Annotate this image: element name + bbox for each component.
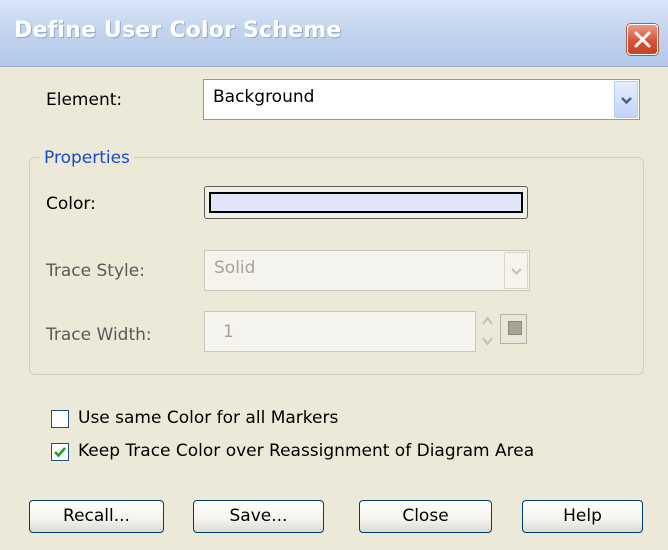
chevron-down-icon [511,268,522,275]
color-button[interactable] [204,186,528,219]
trace-style-label: Trace Style: [46,261,145,281]
trace-width-value: 1 [223,322,234,342]
same-color-checkbox[interactable] [51,410,69,428]
spin-up-icon [482,316,493,325]
trace-style-select[interactable]: Solid [204,250,530,291]
properties-title: Properties [40,148,134,168]
help-button[interactable]: Help [522,500,643,533]
keep-trace-label[interactable]: Keep Trace Color over Reassignment of Di… [78,441,534,461]
element-label: Element: [46,90,123,110]
element-select-arrow[interactable] [614,81,638,118]
close-button[interactable]: Close [359,500,492,533]
element-select[interactable]: Background [203,79,640,120]
trace-width-label: Trace Width: [46,325,152,345]
recall-button[interactable]: Recall... [29,500,164,533]
element-select-value: Background [213,87,315,107]
spin-down-icon [482,337,493,346]
square-icon [508,321,522,335]
close-icon [634,31,651,48]
trace-style-value: Solid [214,258,256,278]
color-swatch [209,192,523,213]
title-bar[interactable]: Define User Color Scheme [0,0,668,67]
dialog-window: Define User Color Scheme Element: Backgr… [0,0,668,550]
close-window-button[interactable] [627,24,658,55]
trace-style-arrow[interactable] [504,252,528,289]
checkmark-icon [54,447,66,458]
trace-width-spinner[interactable] [479,311,496,352]
keep-trace-checkbox[interactable] [51,443,69,461]
color-label: Color: [46,194,96,214]
trace-width-picker-button[interactable] [500,314,527,344]
chevron-down-icon [621,97,632,105]
save-button[interactable]: Save... [193,500,324,533]
window-title: Define User Color Scheme [14,18,342,43]
same-color-label[interactable]: Use same Color for all Markers [78,408,338,428]
trace-width-input[interactable]: 1 [204,311,476,352]
